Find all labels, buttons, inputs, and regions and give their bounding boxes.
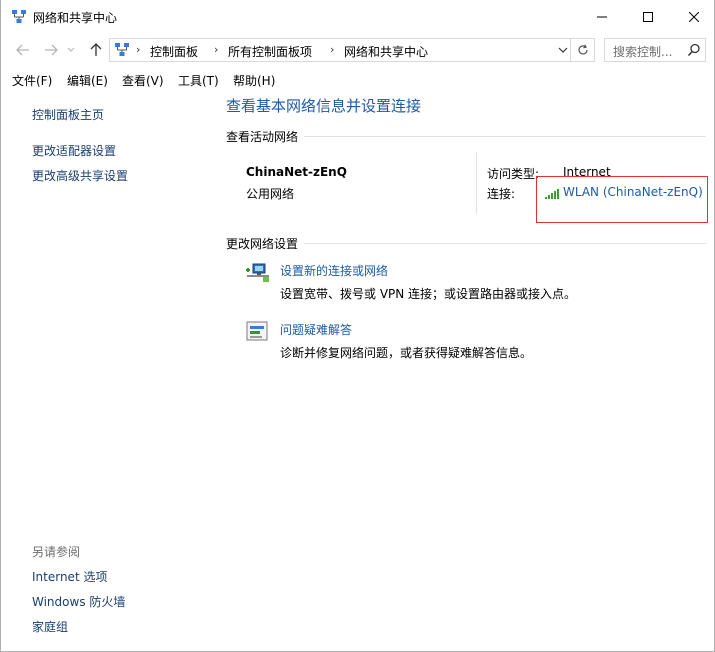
connections-label: 连接:: [487, 187, 516, 201]
vertical-divider: [476, 152, 477, 214]
close-button[interactable]: [671, 0, 714, 33]
breadcrumb-network-center[interactable]: 网络和共享中心: [344, 43, 428, 60]
section-divider: [304, 136, 706, 137]
menu-bar: 文件(F) 编辑(E) 查看(V) 工具(T) 帮助(H): [1, 68, 714, 90]
control-panel-icon: [114, 42, 130, 58]
page-title: 查看基本网络信息并设置连接: [226, 97, 422, 115]
minimize-button[interactable]: [579, 0, 625, 33]
search-placeholder: 搜索控制...: [613, 45, 673, 59]
search-box[interactable]: 搜索控制...: [604, 38, 706, 62]
menu-tools[interactable]: 工具(T): [178, 72, 219, 89]
network-name: ChinaNet-zEnQ: [246, 165, 347, 179]
search-icon[interactable]: [687, 43, 701, 57]
menu-help[interactable]: 帮助(H): [233, 72, 275, 89]
breadcrumb-separator-icon[interactable]: ›: [214, 43, 218, 56]
address-bar[interactable]: › 控制面板 › 所有控制面板项 › 网络和共享中心: [109, 38, 571, 62]
access-type-label: 访问类型:: [487, 167, 540, 181]
breadcrumb-all-items[interactable]: 所有控制面板项: [228, 43, 312, 60]
network-app-icon: [11, 9, 27, 25]
menu-view[interactable]: 查看(V): [122, 72, 164, 89]
breadcrumb-separator-icon[interactable]: ›: [330, 43, 334, 56]
highlight-box: [536, 176, 708, 223]
setup-new-connection-description: 设置宽带、拨号或 VPN 连接；或设置路由器或接入点。: [280, 287, 577, 301]
network-sharing-center-window: 网络和共享中心 › 控制面板 › 所有控制面板项 › 网络和共享中心 搜索控制.…: [0, 0, 715, 652]
link-homegroup[interactable]: 家庭组: [32, 618, 68, 635]
setup-new-connection-link[interactable]: 设置新的连接或网络: [280, 262, 388, 279]
troubleshoot-link[interactable]: 问题疑难解答: [280, 321, 352, 338]
refresh-button[interactable]: [571, 38, 595, 62]
troubleshoot-description: 诊断并修复网络问题，或者获得疑难解答信息。: [280, 346, 533, 360]
up-arrow-icon[interactable]: [86, 40, 106, 60]
menu-edit[interactable]: 编辑(E): [67, 72, 108, 89]
link-internet-options[interactable]: Internet 选项: [32, 568, 107, 585]
troubleshoot-icon[interactable]: [245, 320, 271, 344]
new-connection-icon[interactable]: [245, 261, 271, 285]
refresh-icon: [577, 44, 588, 55]
breadcrumb-separator-icon[interactable]: ›: [136, 43, 140, 56]
forward-arrow-icon[interactable]: [41, 40, 61, 60]
menu-file[interactable]: 文件(F): [12, 72, 52, 89]
link-change-advanced-sharing[interactable]: 更改高级共享设置: [32, 167, 128, 184]
active-networks-label: 查看活动网络: [226, 130, 299, 144]
window-title: 网络和共享中心: [33, 11, 118, 25]
title-bar: 网络和共享中心: [1, 0, 714, 33]
link-control-panel-home[interactable]: 控制面板主页: [32, 106, 104, 123]
section-divider: [304, 243, 706, 244]
maximize-button[interactable]: [625, 0, 671, 33]
network-category-link[interactable]: 公用网络: [246, 185, 294, 202]
navigation-bar: › 控制面板 › 所有控制面板项 › 网络和共享中心 搜索控制...: [1, 33, 714, 67]
see-also-heading: 另请参阅: [32, 545, 81, 559]
link-change-adapter-settings[interactable]: 更改适配器设置: [32, 142, 116, 159]
recent-locations-chevron-icon[interactable]: [65, 40, 77, 60]
breadcrumb-control-panel[interactable]: 控制面板: [150, 43, 198, 60]
back-arrow-icon[interactable]: [13, 40, 33, 60]
link-windows-firewall[interactable]: Windows 防火墙: [32, 593, 125, 610]
change-settings-label: 更改网络设置: [226, 237, 299, 251]
address-dropdown-chevron-icon[interactable]: [556, 42, 570, 58]
